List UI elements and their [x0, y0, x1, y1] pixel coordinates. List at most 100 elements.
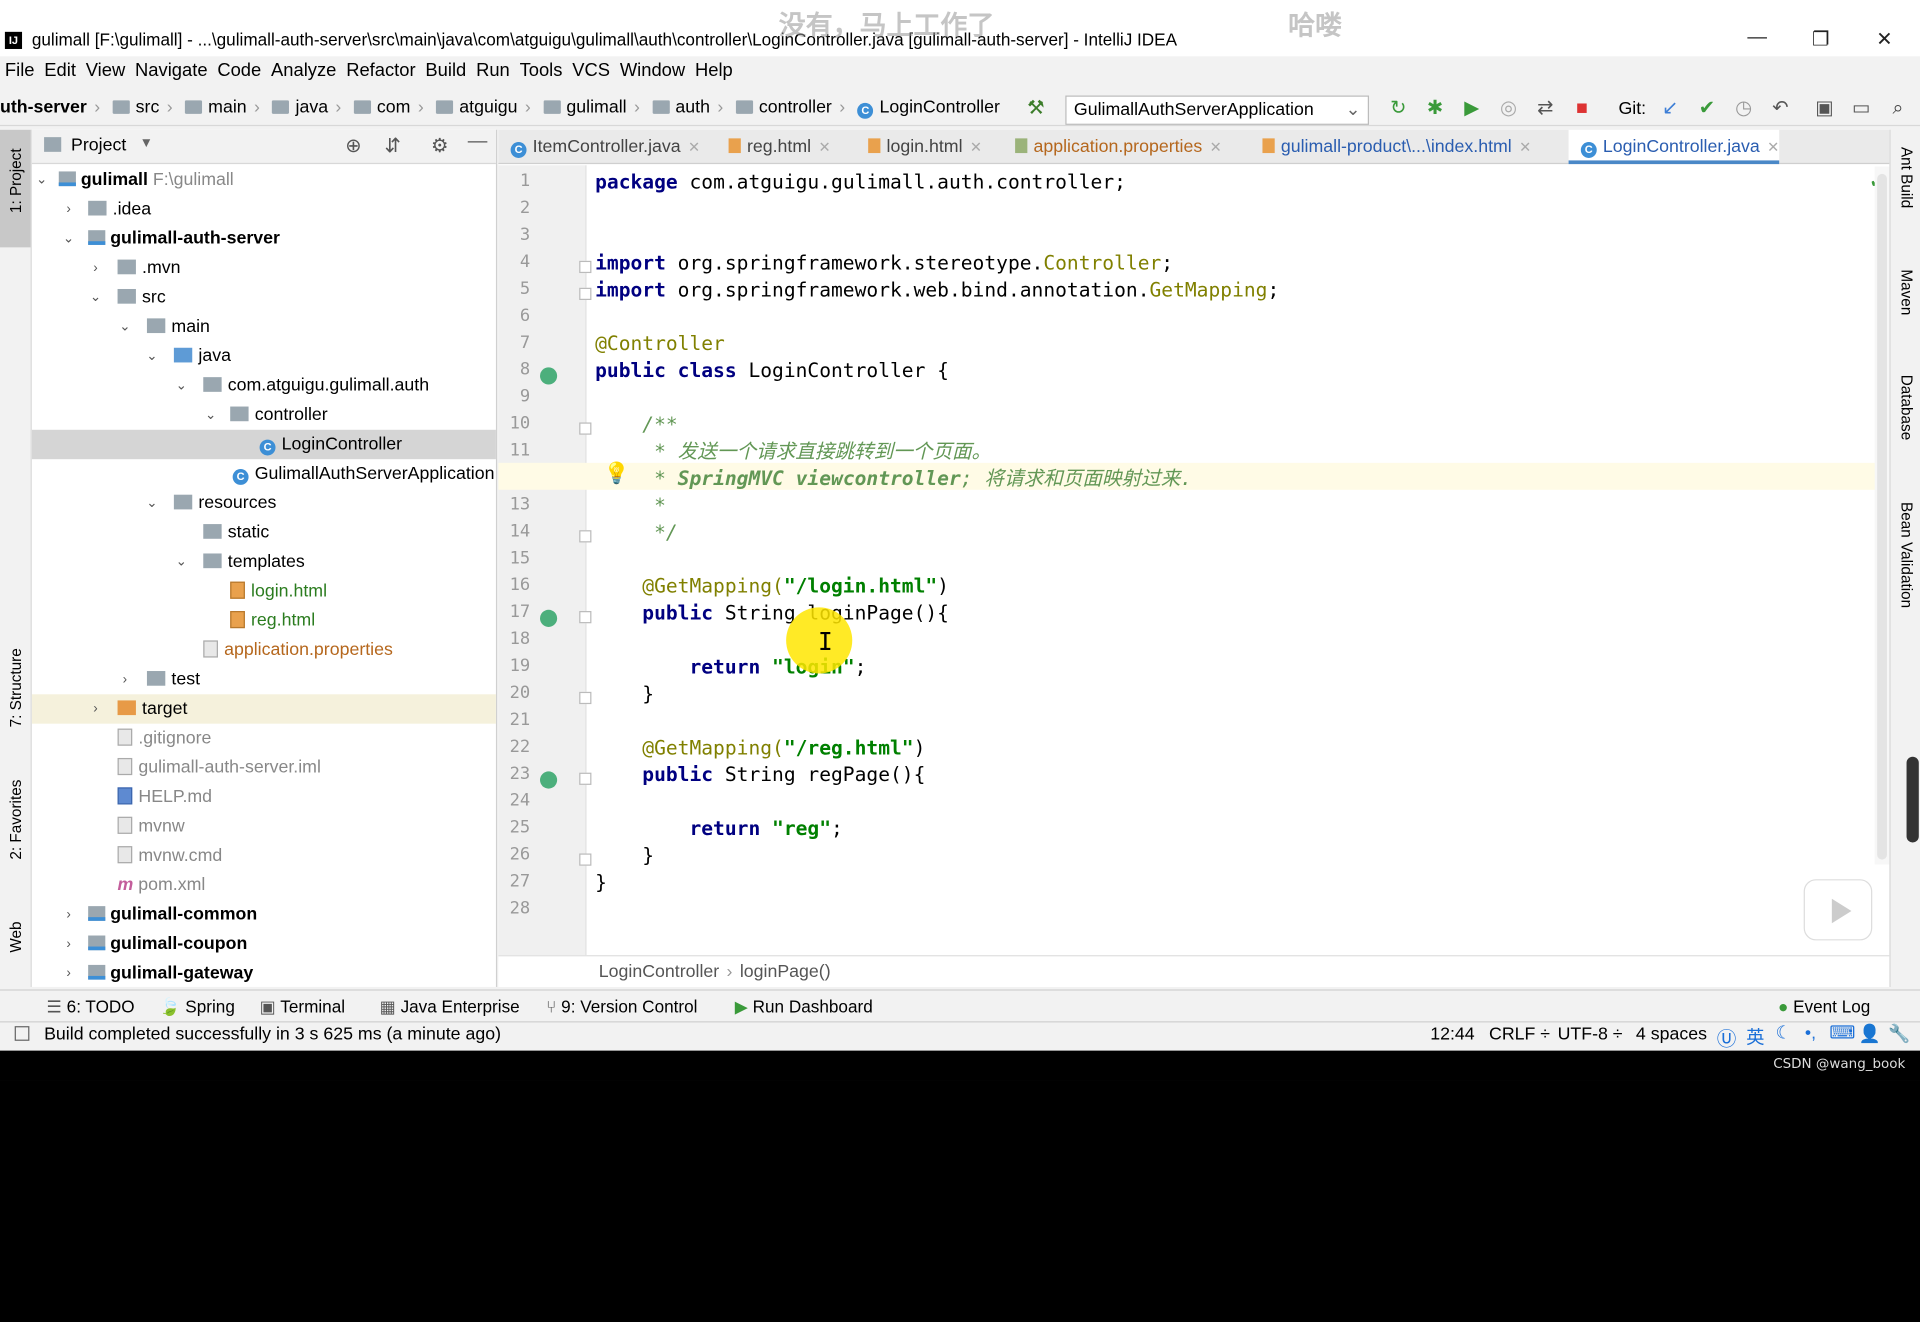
menu-window[interactable]: Window [615, 60, 690, 81]
spring-mapping-gutter-icon[interactable] [540, 609, 558, 627]
tree-item-pom[interactable]: m pom.xml [32, 871, 496, 900]
chevron-down-icon[interactable]: ▼ [140, 136, 153, 151]
stop-icon[interactable]: ■ [1570, 97, 1594, 121]
tree-item-java[interactable]: ⌄ java [32, 342, 496, 371]
build-hammer-icon[interactable]: ⚒ [1024, 97, 1048, 121]
event-log-tab[interactable]: ● Event Log [1778, 997, 1870, 1017]
breadcrumb-main[interactable]: main [208, 98, 246, 118]
ant-build-tool-button[interactable]: Ant Build [1898, 147, 1915, 208]
scroll-thumb[interactable] [1877, 173, 1887, 860]
menu-file[interactable]: File [0, 60, 39, 81]
chevron-right-icon[interactable]: › [88, 694, 103, 723]
menu-build[interactable]: Build [421, 60, 472, 81]
tree-item-test[interactable]: › test [32, 665, 496, 694]
chevron-down-icon[interactable]: ⌄ [174, 547, 189, 576]
git-update-icon[interactable]: ↙ [1658, 97, 1682, 121]
close-tab-icon[interactable]: ✕ [1519, 138, 1531, 155]
tree-item-common[interactable]: › gulimall-common [32, 900, 496, 929]
structure-tool-button[interactable]: 7: Structure [7, 648, 24, 727]
tree-item-gulimall[interactable]: ⌄ gulimall F:\gulimall [32, 165, 496, 194]
ime-language[interactable]: 英 [1746, 1024, 1764, 1050]
chevron-down-icon[interactable]: ⌄ [174, 371, 189, 400]
keyboard-icon[interactable]: ⌨ [1829, 1024, 1855, 1044]
debug-icon[interactable]: ✱ [1423, 97, 1447, 121]
menu-navigate[interactable]: Navigate [130, 60, 212, 81]
chevron-down-icon[interactable]: ⌄ [144, 342, 159, 371]
chevron-right-icon[interactable]: › [88, 253, 103, 282]
terminal-tab[interactable]: ▣ Terminal [260, 997, 345, 1018]
editor-breadcrumb-method[interactable]: loginPage() [740, 962, 831, 982]
tab-login-html[interactable]: login.html ✕ [856, 130, 982, 164]
tab-index-html[interactable]: gulimall-product\...\index.html ✕ [1250, 130, 1531, 164]
coverage-icon[interactable]: ▶ [1460, 97, 1484, 121]
indent-setting[interactable]: 4 spaces [1636, 1025, 1707, 1045]
breadcrumb-class[interactable]: LoginController [879, 98, 999, 118]
tab-logincontroller[interactable]: C LoginController.java ✕ [1568, 129, 1780, 165]
tree-item-gateway[interactable]: › gulimall-gateway [32, 959, 496, 987]
breadcrumb-com[interactable]: com [377, 98, 411, 118]
wrench-icon[interactable]: 🔧 [1888, 1024, 1910, 1045]
chevron-down-icon[interactable]: ⌄ [34, 165, 49, 194]
tree-item-templates[interactable]: ⌄ templates [32, 547, 496, 576]
editor-scrollbar[interactable] [1874, 166, 1890, 865]
menu-help[interactable]: Help [690, 60, 738, 81]
run-dashboard-tab[interactable]: ▶ Run Dashboard [735, 997, 873, 1018]
spring-tab[interactable]: 🍃 Spring [159, 997, 235, 1018]
breadcrumb-atguigu[interactable]: atguigu [459, 98, 517, 118]
ime-logo-icon[interactable]: Ⓤ [1717, 1022, 1737, 1051]
fold-marker-icon[interactable] [579, 530, 592, 543]
menu-edit[interactable]: Edit [39, 60, 80, 81]
status-message[interactable]: Build completed successfully in 3 s 625 … [44, 1025, 501, 1045]
chevron-right-icon[interactable]: › [61, 195, 76, 224]
chevron-down-icon[interactable]: ⌄ [118, 312, 133, 341]
tree-item-controller[interactable]: ⌄ controller [32, 400, 496, 429]
rerun-icon[interactable]: ↻ [1386, 97, 1410, 121]
tree-item-mvnw[interactable]: mvnw [32, 812, 496, 841]
code-text-area[interactable]: package com.atguigu.gulimall.auth.contro… [595, 165, 1881, 961]
tree-item-static[interactable]: static [32, 518, 496, 547]
breadcrumb-controller[interactable]: controller [759, 98, 832, 118]
search-icon[interactable]: ⌕ [1886, 97, 1910, 121]
breadcrumb-src[interactable]: src [136, 98, 160, 118]
tree-item-login-html[interactable]: login.html [32, 577, 496, 606]
fold-marker-icon[interactable] [579, 772, 592, 785]
breadcrumb-gulimall[interactable]: gulimall [566, 98, 626, 118]
chevron-down-icon[interactable]: ⌄ [203, 400, 218, 429]
fold-marker-icon[interactable] [579, 691, 592, 705]
tree-item-reg-html[interactable]: reg.html [32, 606, 496, 635]
fold-marker-icon[interactable] [579, 422, 592, 435]
menu-code[interactable]: Code [212, 60, 266, 81]
chevron-right-icon[interactable]: › [118, 665, 133, 694]
revert-icon[interactable]: ↶ [1768, 97, 1792, 121]
close-tab-icon[interactable]: ✕ [818, 138, 830, 155]
hide-panel-icon[interactable]: — [468, 131, 488, 153]
chevron-right-icon[interactable]: › [61, 900, 76, 929]
file-encoding[interactable]: UTF-8 ÷ [1558, 1025, 1623, 1045]
punctuation-icon[interactable]: •, [1805, 1024, 1816, 1044]
restore-button[interactable]: ❐ [1802, 27, 1839, 51]
locate-icon[interactable]: ⊕ [345, 133, 361, 157]
chevron-right-icon[interactable]: › [61, 959, 76, 987]
profile-icon[interactable]: ◎ [1496, 97, 1520, 121]
tree-item-src[interactable]: ⌄ src [32, 283, 496, 312]
tree-item-idea[interactable]: › .idea [32, 195, 496, 224]
fold-marker-icon[interactable] [579, 287, 592, 301]
menu-view[interactable]: View [81, 60, 130, 81]
favorites-tool-button[interactable]: 2: Favorites [7, 780, 24, 860]
fold-marker-icon[interactable] [579, 853, 592, 866]
history-icon[interactable]: ◷ [1731, 97, 1755, 121]
todo-tab[interactable]: ☰ 6: TODO [47, 997, 135, 1018]
tree-item-logincontroller[interactable]: C LoginController [31, 429, 496, 460]
project-structure-icon[interactable]: ▣ [1812, 97, 1836, 121]
status-panel-icon[interactable] [14, 1026, 30, 1041]
menu-refactor[interactable]: Refactor [341, 60, 420, 81]
run-configuration-select[interactable]: GulimallAuthServerApplication ⌄ [1065, 95, 1369, 125]
web-tool-button[interactable]: Web [7, 921, 24, 952]
tab-itemcontroller[interactable]: C ItemController.java ✕ [498, 130, 700, 164]
close-tab-icon[interactable]: ✕ [1210, 138, 1222, 155]
video-play-button[interactable] [1803, 879, 1873, 941]
chevron-down-icon[interactable]: ⌄ [61, 224, 76, 253]
fold-marker-icon[interactable] [579, 611, 592, 624]
close-tab-icon[interactable]: ✕ [688, 138, 700, 155]
intention-bulb-icon[interactable]: 💡 [604, 462, 630, 486]
